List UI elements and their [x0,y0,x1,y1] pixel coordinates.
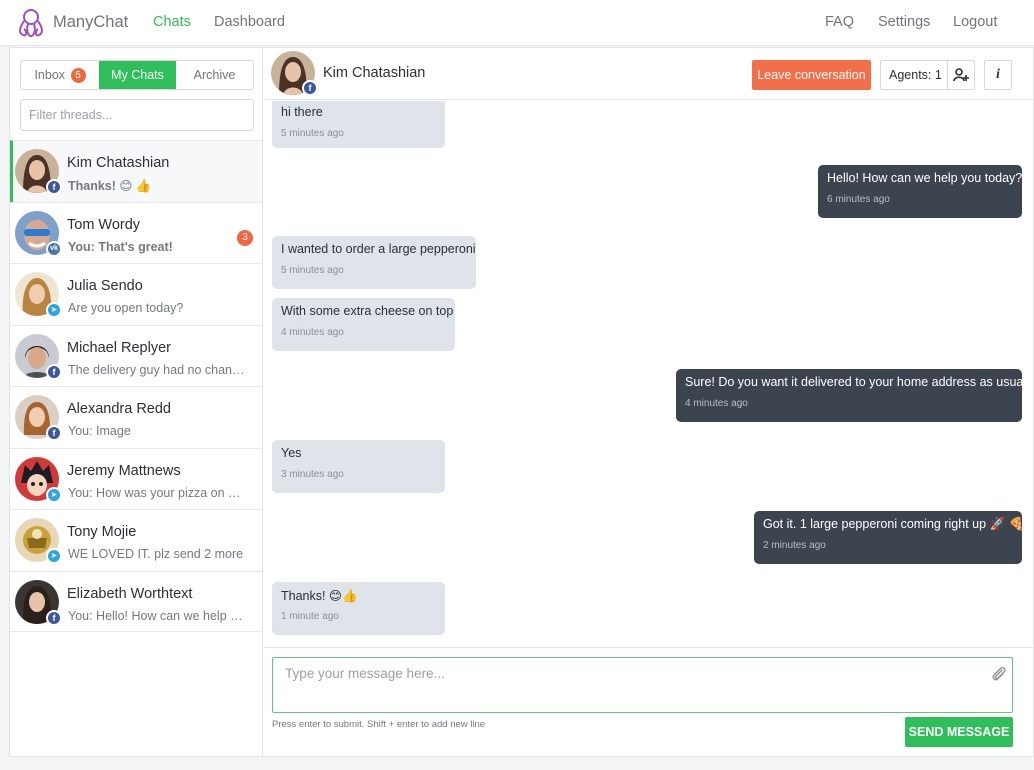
message-text: With some extra cheese on top [281,304,454,318]
telegram-icon: ➤ [46,302,62,318]
agents-count: Agents: 1 [889,68,942,82]
nav-logout[interactable]: Logout [953,14,997,30]
thread-item-michael-replyer[interactable]: f Michael Replyer The delivery guy had n… [10,324,262,387]
top-navbar: ManyChat Chats Dashboard FAQ Settings Lo… [0,0,1034,46]
message-incoming: I wanted to order a large pepperoni 5 mi… [272,236,476,289]
thread-preview: Are you open today? [68,301,184,315]
message-time: 5 minutes ago [281,265,344,276]
nav-faq[interactable]: FAQ [825,14,854,30]
agents-control: Agents: 1 [880,60,975,90]
message-time: 6 minutes ago [827,194,890,205]
chat-header: f Kim Chatashian Leave conversation Agen… [264,48,1033,100]
thread-preview: You: How was your pizza on a s... [68,485,246,500]
message-incoming: With some extra cheese on top 4 minutes … [272,298,455,351]
thread-name: Michael Replyer [67,339,171,356]
thread-name: Kim Chatashian [67,155,170,171]
paperclip-icon[interactable] [990,664,1008,684]
message-input[interactable] [272,657,1013,713]
facebook-icon: f [46,425,62,441]
message-time: 2 minutes ago [763,540,826,551]
message-outgoing: Got it. 1 large pepperoni coming right u… [754,511,1025,564]
facebook-icon: f [46,609,62,626]
tab-archive[interactable]: Archive [176,61,253,89]
telegram-icon: ➤ [46,486,62,503]
message-text: Sure! Do you want it delivered to your h… [685,375,1033,389]
brand-name[interactable]: ManyChat [53,13,128,32]
thread-item-jeremy-mattnews[interactable]: ➤ Jeremy Mattnews You: How was your pizz… [10,447,262,510]
thread-item-alexandra-redd[interactable]: f Alexandra Redd You: Image [10,386,262,448]
tab-inbox[interactable]: Inbox 5 [21,61,99,89]
message-list: hi there 5 minutes ago Hello! How can we… [264,101,1033,647]
message-composer: Press enter to submit. Shift + enter to … [264,647,1033,756]
send-message-button[interactable]: SEND MESSAGE [905,717,1013,747]
message-time: 4 minutes ago [685,398,748,409]
nav-dashboard[interactable]: Dashboard [214,14,285,30]
message-text: hi there [281,105,323,119]
message-text: I wanted to order a large pepperoni [281,242,476,256]
facebook-icon: f [302,80,318,96]
message-incoming: Thanks! 😊👍 1 minute ago [272,582,445,635]
thread-name: Julia Sendo [67,278,143,294]
message-time: 3 minutes ago [281,469,344,480]
message-outgoing: Hello! How can we help you today? 6 minu… [818,165,1022,218]
thread-name: Elizabeth Worthtext [67,585,193,602]
message-text: Hello! How can we help you today? [827,171,1023,185]
tab-my-chats[interactable]: My Chats [99,61,176,89]
filter-threads-input[interactable] [20,99,254,131]
thread-list: f Kim Chatashian Thanks! 😊 👍 vk Tom Word… [10,140,262,632]
nav-chats[interactable]: Chats [153,14,191,30]
thread-name: Jeremy Mattnews [67,462,181,479]
manychat-logo-icon[interactable] [14,7,48,39]
message-time: 5 minutes ago [281,128,344,139]
facebook-icon: f [46,179,62,195]
thread-preview: Thanks! 😊 👍 [68,179,152,193]
add-agent-icon[interactable] [952,66,970,84]
message-incoming: hi there 5 minutes ago [272,101,445,148]
facebook-icon: f [46,363,62,380]
message-text: Yes [281,446,302,460]
nav-settings[interactable]: Settings [878,14,930,30]
thread-item-tom-wordy[interactable]: vk Tom Wordy You: That's great! 3 [10,201,262,264]
thread-preview: You: Hello! How can we help yo... [68,608,246,623]
thread-item-elizabeth-worthtext[interactable]: f Elizabeth Worthtext You: Hello! How ca… [10,570,262,632]
message-text: Thanks! 😊👍 [281,589,358,603]
leave-conversation-button[interactable]: Leave conversation [752,60,871,90]
contact-name: Kim Chatashian [323,65,426,81]
composer-hint: Press enter to submit. Shift + enter to … [272,719,486,730]
message-time: 1 minute ago [281,611,339,622]
thread-item-kim-chatashian[interactable]: f Kim Chatashian Thanks! 😊 👍 [10,140,262,202]
thread-preview: You: That's great! [68,239,173,254]
message-outgoing: Sure! Do you want it delivered to your h… [676,369,1033,422]
thread-preview: You: Image [68,424,131,438]
vk-icon: vk [46,240,62,257]
message-time: 4 minutes ago [281,327,344,338]
thread-item-tony-mojie[interactable]: ➤ Tony Mojie WE LOVED IT. plz send 2 mor… [10,509,262,571]
thread-name: Tom Wordy [67,216,141,233]
thread-name: Tony Mojie [67,524,137,540]
message-text: Got it. 1 large pepperoni coming right u… [763,517,1025,531]
inbox-count-badge: 5 [70,68,86,83]
telegram-icon: ➤ [46,548,62,564]
info-button[interactable]: i [984,60,1012,90]
thread-name: Alexandra Redd [67,401,171,417]
unread-count-badge: 3 [237,229,253,246]
thread-item-julia-sendo[interactable]: ➤ Julia Sendo Are you open today? [10,263,262,325]
thread-tabs: Inbox 5 My Chats Archive [20,60,254,90]
thread-sidebar: Inbox 5 My Chats Archive f Kim Chatashia… [10,48,263,756]
message-incoming: Yes 3 minutes ago [272,440,445,493]
thread-preview: The delivery guy had no change. [68,362,246,377]
agents-divider [947,61,948,89]
thread-preview: WE LOVED IT. plz send 2 more [68,547,244,561]
tab-inbox-label: Inbox [34,68,66,82]
chat-app-frame: Inbox 5 My Chats Archive f Kim Chatashia… [9,47,1034,757]
